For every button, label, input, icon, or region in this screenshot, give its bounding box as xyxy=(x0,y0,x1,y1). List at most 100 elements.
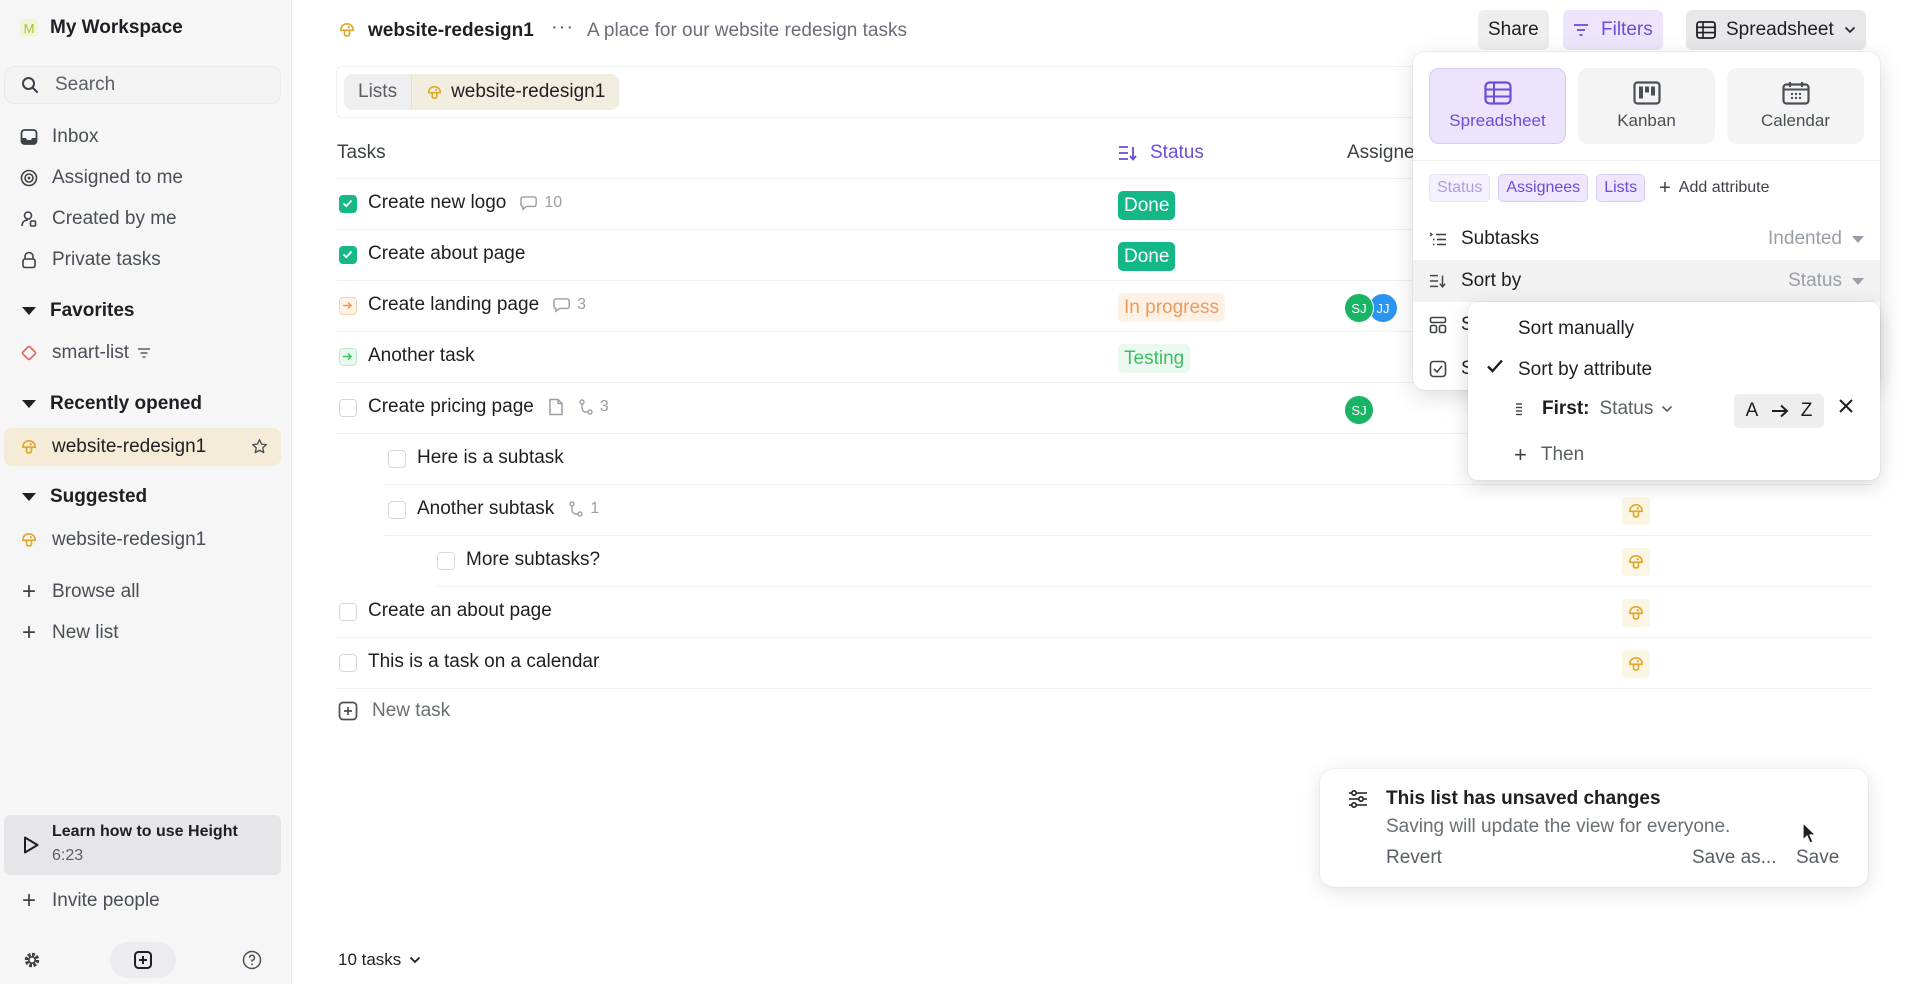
task-checkbox[interactable] xyxy=(339,654,357,672)
task-title[interactable]: More subtasks? xyxy=(466,549,600,571)
sidebar-item-suggested-website-redesign1[interactable]: website-redesign1 xyxy=(20,526,206,554)
filters-button[interactable]: Filters xyxy=(1563,10,1663,50)
task-checkbox[interactable] xyxy=(388,450,406,468)
assignee-avatar[interactable]: SJ xyxy=(1344,395,1374,425)
new-list-button[interactable]: + New list xyxy=(20,619,119,647)
column-header-status[interactable]: Status xyxy=(1118,142,1204,164)
task-title[interactable]: Another task xyxy=(368,345,475,367)
task-row[interactable]: This is a task on a calendar xyxy=(336,638,1872,689)
sort-manually-option[interactable]: Sort manually xyxy=(1518,318,1634,340)
comment-count[interactable]: 3 xyxy=(553,296,586,314)
share-button[interactable]: Share xyxy=(1478,10,1549,50)
list-description[interactable]: A place for our website redesign tasks xyxy=(587,20,907,42)
sidebar-item-smart-list[interactable]: smart-list xyxy=(20,339,151,367)
task-checkbox[interactable] xyxy=(339,195,357,213)
task-checkbox[interactable] xyxy=(339,348,357,366)
sidebar-item-inbox[interactable]: Inbox xyxy=(20,123,98,151)
add-attribute-button[interactable]: + Add attribute xyxy=(1659,177,1769,200)
star-icon[interactable] xyxy=(251,438,268,455)
favorites-section-toggle[interactable]: Favorites xyxy=(22,300,134,322)
save-as-button[interactable]: Save as... xyxy=(1692,847,1777,869)
mushroom-icon xyxy=(20,438,38,456)
close-icon[interactable] xyxy=(1838,398,1854,414)
settings-gear-icon[interactable] xyxy=(22,950,42,970)
sidebar-item-assigned-to-me[interactable]: Assigned to me xyxy=(20,164,183,192)
attribute-chip-assignees[interactable]: Assignees xyxy=(1498,174,1589,202)
task-row[interactable]: Another subtask 1 xyxy=(385,485,1872,536)
task-title[interactable]: Create about page xyxy=(368,243,525,265)
mushroom-icon xyxy=(1627,655,1645,673)
task-title-text: Here is a subtask xyxy=(417,447,564,468)
task-checkbox[interactable] xyxy=(388,501,406,519)
task-checkbox[interactable] xyxy=(339,246,357,264)
sidebar-item-recent-label[interactable]: website-redesign1 xyxy=(20,433,206,461)
subtasks-value[interactable]: Indented xyxy=(1768,228,1864,250)
task-checkbox[interactable] xyxy=(339,603,357,621)
task-row[interactable]: More subtasks? xyxy=(434,536,1872,587)
learn-video-card[interactable]: Learn how to use Height 6:23 xyxy=(4,815,281,875)
task-title[interactable]: Create an about page xyxy=(368,600,552,622)
new-task-button[interactable]: New task xyxy=(338,700,450,722)
breadcrumb-lists[interactable]: Lists xyxy=(344,74,413,110)
view-option-spreadsheet[interactable]: Spreadsheet xyxy=(1429,68,1566,144)
invite-people-button[interactable]: + Invite people xyxy=(20,887,160,915)
assignee-avatar[interactable]: SJ xyxy=(1344,293,1374,323)
task-title[interactable]: Create new logo 10 xyxy=(368,192,562,214)
task-row[interactable]: Create an about page xyxy=(336,587,1872,638)
add-attribute-label: Add attribute xyxy=(1678,179,1770,196)
view-option-calendar[interactable]: Calendar xyxy=(1727,68,1864,144)
more-options-button[interactable]: ··· xyxy=(551,16,574,39)
task-title[interactable]: Here is a subtask xyxy=(417,447,564,469)
subtask-count[interactable]: 1 xyxy=(568,500,599,518)
task-title[interactable]: This is a task on a calendar xyxy=(368,651,599,673)
task-title-text: Create an about page xyxy=(368,600,552,621)
breadcrumb-current-label: website-redesign1 xyxy=(451,81,606,102)
task-count-dropdown[interactable]: 10 tasks xyxy=(338,950,421,970)
breadcrumb-current-list[interactable]: website-redesign1 xyxy=(412,74,620,110)
sort-first-attribute-select[interactable]: Status xyxy=(1600,398,1674,420)
list-badge[interactable] xyxy=(1622,497,1650,525)
column-header-tasks[interactable]: Tasks xyxy=(337,142,386,164)
view-switcher-button[interactable]: Spreadsheet xyxy=(1686,10,1866,50)
sort-by-value[interactable]: Status xyxy=(1788,270,1864,292)
save-button[interactable]: Save xyxy=(1796,847,1839,869)
status-badge[interactable]: In progress xyxy=(1118,293,1226,322)
task-checkbox[interactable] xyxy=(437,552,455,570)
subtasks-option[interactable]: Subtasks Indented xyxy=(1413,218,1880,260)
status-badge[interactable]: Done xyxy=(1118,191,1176,220)
task-checkbox[interactable] xyxy=(339,399,357,417)
arrow-right-icon xyxy=(343,352,353,361)
list-badge[interactable] xyxy=(1622,599,1650,627)
list-badge[interactable] xyxy=(1622,650,1650,678)
sort-by-attribute-option[interactable]: Sort by attribute xyxy=(1518,359,1652,381)
attribute-chip-lists[interactable]: Lists xyxy=(1596,174,1646,202)
help-icon[interactable] xyxy=(242,950,262,970)
view-option-kanban[interactable]: Kanban xyxy=(1578,68,1715,144)
list-title[interactable]: website-redesign1 xyxy=(368,20,534,42)
sort-direction-toggle[interactable]: A Z xyxy=(1734,394,1824,428)
add-then-sort-button[interactable]: + Then xyxy=(1514,442,1584,468)
browse-all-button[interactable]: + Browse all xyxy=(20,578,140,606)
recently-opened-section-toggle[interactable]: Recently opened xyxy=(22,393,202,415)
suggested-section-toggle[interactable]: Suggested xyxy=(22,486,147,508)
attribute-chip-status[interactable]: Status xyxy=(1429,174,1491,202)
drag-handle-icon[interactable] xyxy=(1514,401,1524,417)
task-title[interactable]: Create landing page 3 xyxy=(368,294,586,316)
quick-add-button[interactable] xyxy=(110,942,176,978)
workspace-switcher[interactable]: M My Workspace xyxy=(20,17,183,39)
search-input[interactable]: Search xyxy=(4,66,281,104)
comment-count[interactable]: 10 xyxy=(520,194,562,212)
task-title[interactable]: Create pricing page 3 xyxy=(368,396,609,418)
subtask-count[interactable]: 3 xyxy=(578,398,609,416)
column-header-assignees[interactable]: Assigne xyxy=(1347,142,1415,164)
status-badge[interactable]: Done xyxy=(1118,242,1176,271)
task-checkbox[interactable] xyxy=(339,297,357,315)
sidebar-item-private-tasks[interactable]: Private tasks xyxy=(20,246,161,274)
sort-by-option[interactable]: Sort by Status xyxy=(1413,260,1880,302)
task-title-text: Create about page xyxy=(368,243,526,264)
status-badge[interactable]: Testing xyxy=(1118,344,1191,373)
list-badge[interactable] xyxy=(1622,548,1650,576)
sidebar-item-created-by-me[interactable]: Created by me xyxy=(20,205,177,233)
task-title[interactable]: Another subtask 1 xyxy=(417,498,599,520)
revert-button[interactable]: Revert xyxy=(1386,847,1442,869)
